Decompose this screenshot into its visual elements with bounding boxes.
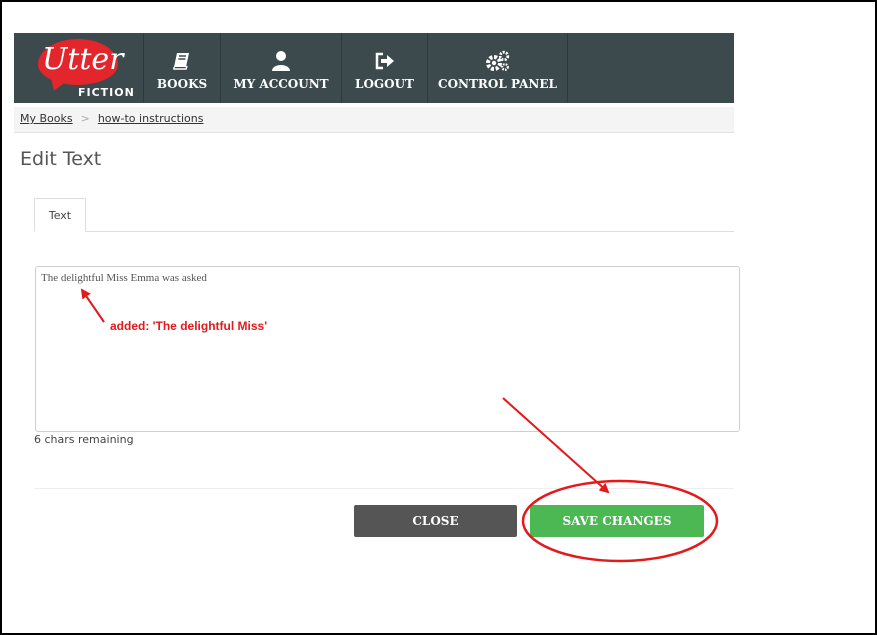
book-icon — [172, 49, 192, 73]
logo-subtext: FICTION — [78, 86, 135, 99]
breadcrumb-my-books[interactable]: My Books — [20, 112, 73, 125]
nav-logout-label: LOGOUT — [355, 77, 414, 91]
footer-divider — [34, 488, 734, 489]
utter-fiction-logo[interactable]: Utter FICTION — [14, 33, 144, 103]
nav-control-panel-label: CONTROL PANEL — [438, 77, 557, 91]
page-title: Edit Text — [20, 148, 102, 170]
save-changes-button[interactable]: SAVE CHANGES — [530, 505, 704, 537]
text-editor-value: The delightful Miss Emma was asked — [41, 272, 207, 284]
breadcrumb-separator: > — [80, 112, 90, 125]
gears-icon — [485, 49, 510, 73]
nav-control-panel[interactable]: CONTROL PANEL — [428, 33, 568, 103]
top-navbar: Utter FICTION BOOKS MY ACCOUNT LOGOUT CO… — [14, 33, 734, 103]
nav-books-label: BOOKS — [156, 77, 208, 91]
breadcrumb-how-to-instructions[interactable]: how-to instructions — [98, 112, 204, 125]
user-icon — [271, 49, 291, 73]
text-editor[interactable]: The delightful Miss Emma was asked — [35, 266, 740, 432]
close-button[interactable]: CLOSE — [354, 505, 517, 537]
nav-books[interactable]: BOOKS — [144, 33, 221, 103]
tab-text[interactable]: Text — [34, 198, 86, 232]
tab-bar-line — [34, 231, 734, 232]
logo-text: Utter — [42, 42, 124, 77]
nav-my-account[interactable]: MY ACCOUNT — [221, 33, 342, 103]
breadcrumb: My Books > how-to instructions — [14, 107, 734, 133]
chars-remaining: 6 chars remaining — [34, 433, 134, 446]
logout-icon — [375, 49, 395, 73]
nav-my-account-label: MY ACCOUNT — [233, 77, 329, 91]
nav-logout[interactable]: LOGOUT — [342, 33, 428, 103]
annotation-label: added: 'The delightful Miss' — [110, 319, 268, 333]
